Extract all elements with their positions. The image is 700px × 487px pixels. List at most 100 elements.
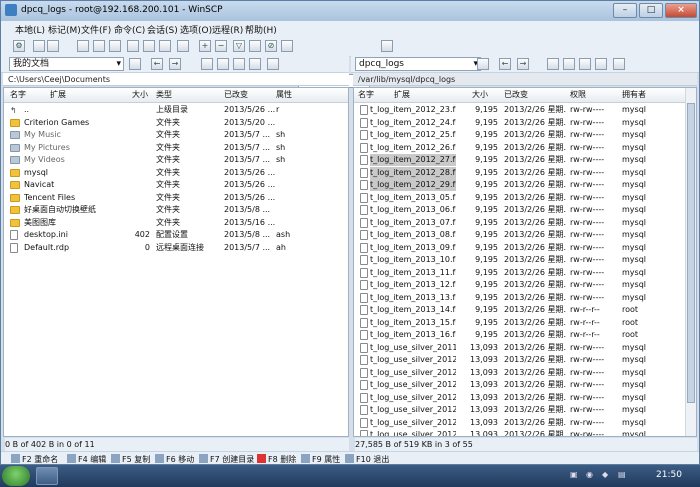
table-row[interactable]: t_log_item_2013_13.frm 9,195 2013/2/26 星期.…	[354, 292, 688, 305]
table-row[interactable]: t_log_item_2013_12.frm 9,195 2013/2/26 星期.…	[354, 279, 688, 292]
tray-shield-icon[interactable]: ◆	[602, 470, 608, 479]
forward-arrow-icon[interactable]: →	[169, 58, 181, 70]
list-item[interactable]: ↰.. 上级目录 2013/5/26 ... r	[4, 104, 348, 117]
list-item[interactable]: My Videos 文件夹 2013/5/7 ... sh	[4, 154, 348, 167]
refresh-icon[interactable]	[249, 58, 261, 70]
root-dir-icon[interactable]	[563, 58, 575, 70]
edit-button[interactable]: F4 编辑	[67, 452, 106, 464]
back-arrow-icon[interactable]: ←	[151, 58, 163, 70]
properties-button[interactable]: F9 属性	[301, 452, 340, 464]
terminal-icon[interactable]	[127, 40, 139, 52]
find-files-icon[interactable]	[93, 40, 105, 52]
transfer-settings-icon[interactable]	[381, 40, 393, 52]
table-row[interactable]: t_log_item_2013_14.frm 9,195 2013/2/26 星期.…	[354, 304, 688, 317]
table-row[interactable]: t_log_item_2013_07.frm 9,195 2013/2/26 星期.…	[354, 217, 688, 230]
table-row[interactable]: t_log_item_2012_27.frm 9,195 2013/2/26 星期.…	[354, 154, 688, 167]
bookmark-icon[interactable]	[159, 40, 171, 52]
queue-icon[interactable]	[33, 40, 45, 52]
list-item[interactable]: Tencent Files 文件夹 2013/5/26 ...	[4, 192, 348, 205]
col-name[interactable]: 名字	[10, 88, 26, 102]
root-dir-icon[interactable]	[217, 58, 229, 70]
table-row[interactable]: t_log_item_2012_26.frm 9,195 2013/2/26 星期.…	[354, 142, 688, 155]
synchronize-icon[interactable]	[109, 40, 121, 52]
col-rights[interactable]: 权限	[570, 88, 586, 102]
left-location-select[interactable]: 我的文档 ▾	[9, 57, 124, 71]
preferences-gear-icon[interactable]: ⚙	[13, 40, 25, 52]
table-row[interactable]: t_log_use_silver_2012_... 13,093 2013/2/26…	[354, 429, 688, 436]
col-ext[interactable]: 扩展	[394, 88, 410, 102]
list-item[interactable]: Navicat 文件夹 2013/5/26 ...	[4, 179, 348, 192]
tray-volume-icon[interactable]: ◉	[586, 470, 593, 479]
col-size[interactable]: 大小	[472, 88, 488, 102]
list-item[interactable]: My Music 文件夹 2013/5/7 ... sh	[4, 129, 348, 142]
list-item[interactable]: desktop.ini 402 配置设置 2013/5/8 ... ash	[4, 229, 348, 242]
putty-icon[interactable]	[143, 40, 155, 52]
col-name[interactable]: 名字	[358, 88, 374, 102]
menu-mark[interactable]: 标记(M)	[48, 23, 81, 36]
move-button[interactable]: F6 移动	[155, 452, 194, 464]
col-owner[interactable]: 拥有者	[622, 88, 646, 102]
list-item[interactable]: 好桌面自动切换壁纸 文件夹 2013/5/8 ...	[4, 204, 348, 217]
table-row[interactable]: t_log_use_silver_2012_... 13,093 2013/2/26…	[354, 417, 688, 430]
table-row[interactable]: t_log_item_2012_24.frm 9,195 2013/2/26 星期.…	[354, 117, 688, 130]
add-icon[interactable]: +	[199, 40, 211, 52]
table-row[interactable]: t_log_use_silver_2012_... 13,093 2013/2/26…	[354, 379, 688, 392]
tree-view-icon[interactable]	[267, 58, 279, 70]
remote-vertical-scrollbar[interactable]	[685, 88, 696, 436]
menu-help[interactable]: 帮助(H)	[245, 23, 277, 36]
scrollbar-thumb[interactable]	[687, 103, 695, 403]
refresh-icon[interactable]	[595, 58, 607, 70]
start-button[interactable]	[2, 466, 30, 486]
table-row[interactable]: t_log_item_2013_11.frm 9,195 2013/2/26 星期.…	[354, 267, 688, 280]
disconnect-icon[interactable]	[177, 40, 189, 52]
table-row[interactable]: t_log_item_2013_16.frm 9,195 2013/2/26 星期.…	[354, 329, 688, 342]
menu-commands[interactable]: 命令(C)	[114, 23, 145, 36]
menu-local[interactable]: 本地(L)	[15, 23, 45, 36]
list-item[interactable]: mysql 文件夹 2013/5/26 ...	[4, 167, 348, 180]
menu-options[interactable]: 选项(O)	[180, 23, 212, 36]
binary-mode-icon[interactable]	[281, 40, 293, 52]
create-dir-button[interactable]: F7 创建目录	[199, 452, 254, 464]
table-row[interactable]: t_log_item_2013_09.frm 9,195 2013/2/26 星期.…	[354, 242, 688, 255]
parent-dir-icon[interactable]	[201, 58, 213, 70]
table-row[interactable]: t_log_item_2013_06.frm 9,195 2013/2/26 星期.…	[354, 204, 688, 217]
table-row[interactable]: t_log_use_silver_2011_... 13,093 2013/2/26…	[354, 342, 688, 355]
close-button[interactable]: ×	[665, 3, 697, 18]
local-file-panel[interactable]: 名字 扩展 大小 类型 已改变 属性 ↰.. 上级目录 2013/5/26 ... r…	[3, 87, 349, 437]
compare-dirs-icon[interactable]	[77, 40, 89, 52]
menu-session[interactable]: 会话(S)	[147, 23, 178, 36]
title-bar[interactable]: dpcq_logs - root@192.168.200.101 - WinSC…	[1, 1, 699, 21]
right-location-select[interactable]: dpcq_logs ▾	[355, 57, 481, 71]
copy-button[interactable]: F5 复制	[111, 452, 150, 464]
back-arrow-icon[interactable]: ←	[499, 58, 511, 70]
table-row[interactable]: t_log_item_2012_29.frm 9,195 2013/2/26 星期.…	[354, 179, 688, 192]
remote-file-panel[interactable]: 名字 扩展 大小 已改变 权限 拥有者 t_log_item_2012_23.f…	[353, 87, 697, 437]
tree-view-icon[interactable]	[613, 58, 625, 70]
list-item[interactable]: Default.rdp 0 远程桌面连接 2013/5/7 ... ah	[4, 242, 348, 255]
col-changed[interactable]: 已改变	[224, 88, 248, 102]
refresh-icon[interactable]	[249, 40, 261, 52]
menu-file[interactable]: 文件(F)	[81, 23, 111, 36]
table-row[interactable]: t_log_item_2012_25.frm 9,195 2013/2/26 星期.…	[354, 129, 688, 142]
taskbar-clock[interactable]: 21:50	[656, 470, 682, 480]
forward-arrow-icon[interactable]: →	[517, 58, 529, 70]
col-type[interactable]: 类型	[156, 88, 172, 102]
table-row[interactable]: t_log_use_silver_2012_... 13,093 2013/2/26…	[354, 404, 688, 417]
maximize-button[interactable]: □	[639, 3, 663, 18]
col-changed[interactable]: 已改变	[504, 88, 528, 102]
taskbar-winscp-button[interactable]	[36, 467, 58, 485]
home-icon[interactable]	[579, 58, 591, 70]
table-row[interactable]: t_log_use_silver_2012_... 13,093 2013/2/26…	[354, 367, 688, 380]
table-row[interactable]: t_log_item_2013_05.frm 9,195 2013/2/26 星期.…	[354, 192, 688, 205]
table-row[interactable]: t_log_item_2013_15.frm 9,195 2013/2/26 星期.…	[354, 317, 688, 330]
table-row[interactable]: t_log_item_2013_10.frm 9,195 2013/2/26 星期.…	[354, 254, 688, 267]
table-row[interactable]: t_log_item_2013_08.frm 9,195 2013/2/26 星期.…	[354, 229, 688, 242]
list-item[interactable]: 美图图库 文件夹 2013/5/16 ...	[4, 217, 348, 230]
quit-button[interactable]: F10 退出	[345, 452, 389, 464]
parent-dir-icon[interactable]	[547, 58, 559, 70]
open-folder-icon[interactable]	[477, 58, 489, 70]
list-item[interactable]: Criterion Games 文件夹 2013/5/20 ...	[4, 117, 348, 130]
col-ext[interactable]: 扩展	[50, 88, 66, 102]
tray-ime-icon[interactable]: ▤	[618, 470, 626, 479]
stop-icon[interactable]: ⊘	[265, 40, 277, 52]
